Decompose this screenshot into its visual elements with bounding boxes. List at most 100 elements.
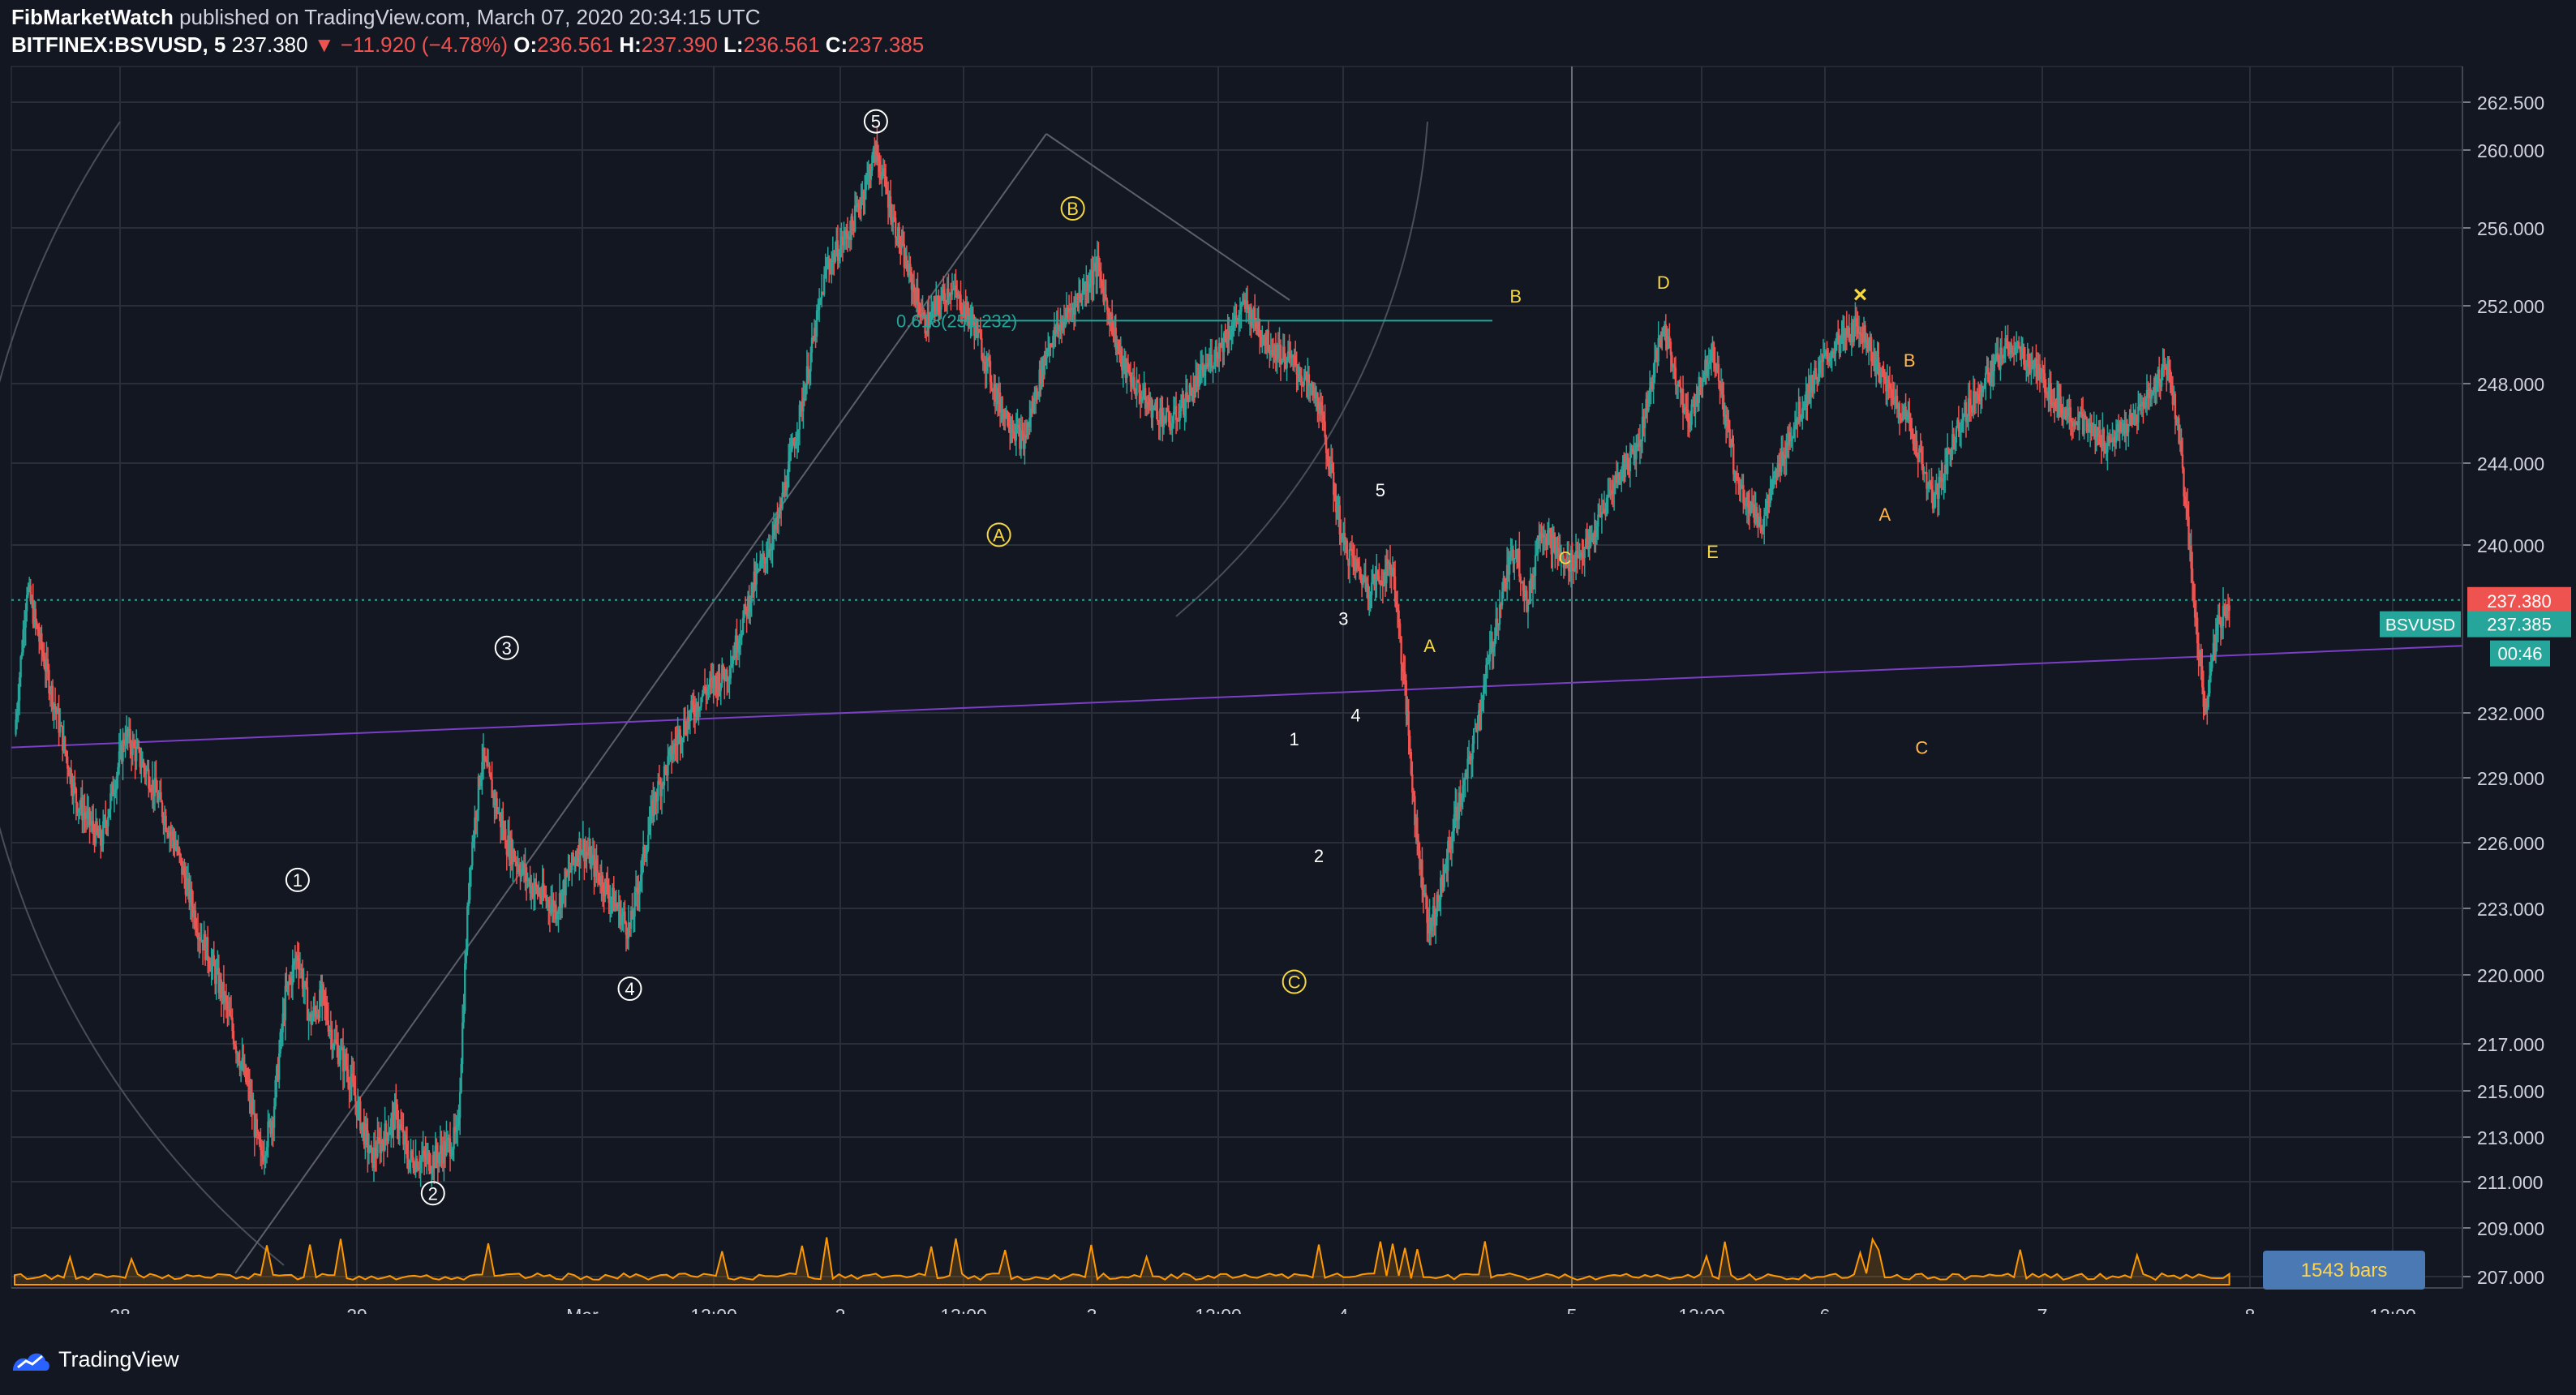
- wave-label-3: 3: [1338, 609, 1348, 629]
- wave-label-E: E: [1707, 542, 1719, 562]
- wave-label-1: 1: [1290, 729, 1299, 749]
- y-tick-label: 226.000: [2477, 833, 2544, 854]
- wave-label-2: 2: [1314, 846, 1324, 866]
- candle-body: [729, 667, 732, 679]
- x-wave-mark: ×: [1853, 281, 1868, 308]
- candle-body: [1534, 555, 1537, 576]
- candle-body: [370, 1145, 373, 1148]
- x-tick-label: 13:00: [940, 1305, 987, 1314]
- candle-body: [1985, 372, 1987, 384]
- x-tick-label: Mar: [566, 1305, 599, 1314]
- wave-label-4: 4: [625, 979, 634, 999]
- y-tick-label: 260.000: [2477, 140, 2544, 161]
- candle-body: [647, 835, 650, 850]
- wave-label-A: A: [1878, 504, 1891, 525]
- x-tick-label: 4: [1338, 1305, 1349, 1314]
- x-tick-label: 12:00: [1678, 1305, 1725, 1314]
- y-tick-label: 220.000: [2477, 965, 2544, 986]
- y-tick-label: 232.000: [2477, 703, 2544, 724]
- wave-label-5: 5: [871, 112, 881, 132]
- candle-body: [458, 1092, 462, 1118]
- candle-body: [2181, 454, 2184, 469]
- candle-body: [2000, 347, 2003, 355]
- wave-label-4: 4: [1350, 706, 1360, 726]
- wave-label-B: B: [1904, 350, 1916, 371]
- fib-0618-label: 0.618(251.232): [896, 311, 1017, 331]
- candle-body: [339, 1049, 342, 1061]
- last-price-marker-label: 237.380: [2487, 591, 2552, 612]
- candle-body: [387, 1135, 390, 1141]
- wave-label-B: B: [1509, 286, 1522, 307]
- candle-body: [1643, 417, 1646, 428]
- candle-body: [1157, 410, 1159, 422]
- x-tick-label: 28: [109, 1305, 131, 1314]
- wave-label-A: A: [993, 525, 1005, 545]
- price-chart[interactable]: 262.500 260.000 256.000 252.000 248.000 244.0…: [0, 0, 2576, 1314]
- y-tick-label: 213.000: [2477, 1127, 2544, 1148]
- y-tick-label: 207.000: [2477, 1267, 2544, 1288]
- candle-body: [354, 1095, 357, 1101]
- x-tick-label: 8: [2245, 1305, 2256, 1314]
- candle-body: [273, 1106, 276, 1128]
- current-price-label: 237.385: [2487, 615, 2552, 635]
- candle-body: [596, 870, 599, 873]
- symbol-tag-label: BSVUSD: [2385, 616, 2455, 635]
- candle-body: [943, 293, 947, 301]
- x-tick-label: 2: [835, 1305, 846, 1314]
- x-tick-label: 7: [2037, 1305, 2048, 1314]
- y-tick-label: 217.000: [2477, 1034, 2544, 1055]
- countdown-label: 00:46: [2497, 644, 2542, 664]
- wave-label-C: C: [1558, 548, 1571, 569]
- footer: TradingView: [0, 1314, 2576, 1395]
- y-tick-label: 223.000: [2477, 899, 2544, 920]
- candle-body: [1190, 384, 1192, 388]
- x-tick-label: 3: [1087, 1305, 1097, 1314]
- candle-body: [990, 382, 993, 388]
- candle-body: [1690, 404, 1693, 425]
- candle-body: [75, 788, 78, 804]
- wave-label-2: 2: [428, 1183, 438, 1204]
- candle-body: [1300, 376, 1303, 382]
- bars-badge-label: 1543 bars: [2301, 1260, 2388, 1281]
- candle-body: [1371, 582, 1373, 595]
- candle-body: [1093, 269, 1095, 285]
- y-tick-label: 229.000: [2477, 768, 2544, 789]
- candle-body: [894, 217, 897, 238]
- wave-label-D: D: [1657, 273, 1670, 293]
- y-tick-label: 211.000: [2477, 1172, 2543, 1193]
- candle-body: [940, 299, 942, 310]
- x-tick-label: 6: [1820, 1305, 1831, 1314]
- candle-body: [1717, 363, 1720, 382]
- y-tick-label: 256.000: [2477, 218, 2544, 239]
- wave-label-C: C: [1915, 738, 1928, 758]
- candle-body: [107, 816, 109, 826]
- y-tick-label: 262.500: [2477, 92, 2544, 114]
- y-tick-label: 248.000: [2477, 374, 2544, 395]
- candle-body: [1400, 636, 1402, 664]
- candle-body: [1472, 728, 1475, 745]
- tradingview-brand[interactable]: TradingView: [11, 1346, 179, 1372]
- candle-body: [1762, 515, 1766, 527]
- candle-body: [464, 963, 466, 1011]
- candle-body: [384, 1123, 388, 1134]
- candle-body: [63, 736, 67, 751]
- wave-label-B: B: [1067, 199, 1079, 219]
- x-tick-label: 29: [346, 1305, 367, 1314]
- y-tick-label: 215.000: [2477, 1081, 2544, 1102]
- x-tick-label: 5: [1567, 1305, 1578, 1314]
- y-tick-label: 252.000: [2477, 296, 2544, 317]
- x-tick-label: 12:00: [1195, 1305, 1242, 1314]
- candle-body: [1518, 549, 1521, 577]
- candle-body: [1398, 623, 1402, 637]
- wave-label-1: 1: [293, 870, 303, 891]
- x-tick-label: 12:00: [2369, 1305, 2416, 1314]
- wave-label-C: C: [1288, 972, 1301, 993]
- wave-label-5: 5: [1376, 480, 1385, 500]
- candle-body: [1674, 367, 1677, 385]
- candle-body: [624, 912, 626, 922]
- y-tick-label: 240.000: [2477, 535, 2544, 556]
- x-tick-label: 12:00: [690, 1305, 737, 1314]
- candle-body: [135, 747, 138, 762]
- wave-label-3: 3: [502, 638, 512, 659]
- candle-body: [1513, 559, 1516, 564]
